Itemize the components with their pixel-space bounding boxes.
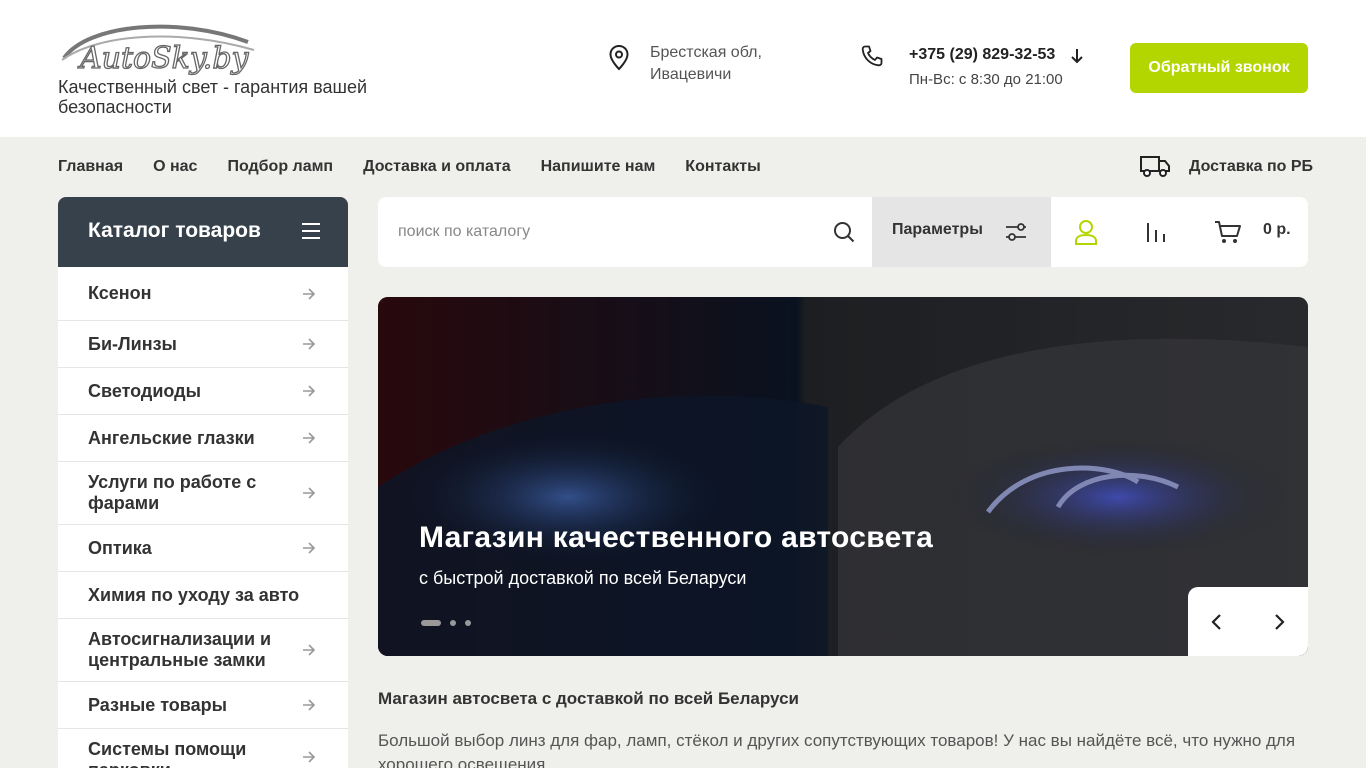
nav-item-contacts[interactable]: Контакты [685, 156, 760, 178]
store-location: Брестская обл, Ивацевичи [650, 42, 762, 86]
main-nav: Главная О нас Подбор ламп Доставка и опл… [58, 156, 791, 178]
delivery-link[interactable]: Доставка по РБ [1189, 156, 1313, 178]
search-input[interactable] [378, 197, 828, 267]
arrow-right-icon [303, 542, 316, 554]
site-logo[interactable]: AutoSky.by [58, 20, 258, 77]
location-city: Ивацевичи [650, 66, 732, 83]
slider-nav [1188, 587, 1308, 656]
chevron-right-icon[interactable] [1268, 611, 1290, 633]
catalog-item-label: Системы помощи парковки [88, 739, 247, 768]
svg-text:AutoSky.by: AutoSky.by [77, 41, 250, 76]
banner-subtitle: с быстрой доставкой по всей Беларуси [419, 568, 747, 588]
phone-icon [861, 45, 883, 67]
truck-icon [1140, 156, 1170, 177]
arrow-down-icon[interactable] [1070, 46, 1084, 66]
arrow-right-icon [303, 287, 316, 300]
arrow-right-icon [303, 432, 316, 444]
catalog-item-parking-assist[interactable]: Системы помощи парковки [58, 729, 348, 768]
catalog-item-misc-goods[interactable]: Разные товары [58, 682, 348, 729]
search-bar: Параметры 0 р. [378, 197, 1308, 267]
nav-item-lamp-selection[interactable]: Подбор ламп [227, 156, 333, 178]
slide-dot-1[interactable] [421, 620, 441, 626]
params-button[interactable]: Параметры [872, 197, 1051, 267]
cart-total[interactable]: 0 р. [1263, 221, 1291, 239]
catalog-title: Каталог товаров [88, 219, 261, 242]
catalog-list: Ксенон Би-Линзы Светодиоды Ангельские гл… [58, 267, 348, 768]
working-hours: Пн-Вс: с 8:30 до 21:00 [909, 71, 1063, 88]
nav-item-write-us[interactable]: Напишите нам [541, 156, 656, 178]
slide-dot-3[interactable] [465, 620, 471, 626]
nav-item-about[interactable]: О нас [153, 156, 197, 178]
catalog-item-label: Автосигнализации и центральные замки [88, 629, 272, 670]
nav-item-delivery-payment[interactable]: Доставка и оплата [363, 156, 511, 178]
location-pin-icon [609, 44, 629, 71]
catalog-item-label: Химия по уходу за авто [88, 584, 300, 605]
catalog-item-car-care-chemicals[interactable]: Химия по уходу за авто [58, 572, 348, 619]
arrow-right-icon [303, 644, 316, 656]
banner-car-image [378, 297, 1308, 656]
location-region: Брестская обл, [650, 44, 762, 61]
catalog-item-bi-lenses[interactable]: Би-Линзы [58, 321, 348, 368]
catalog-item-headlight-services[interactable]: Услуги по работе с фарами [58, 462, 348, 525]
catalog-item-angel-eyes[interactable]: Ангельские глазки [58, 415, 348, 462]
params-label: Параметры [892, 221, 983, 238]
catalog-item-label: Оптика [88, 537, 152, 558]
arrow-right-icon [303, 751, 316, 763]
arrow-right-icon [303, 385, 316, 397]
site-tagline: Качественный свет - гарантия вашей безоп… [58, 77, 368, 117]
search-icon[interactable] [833, 221, 855, 243]
catalog-item-label: Услуги по работе с фарами [88, 472, 257, 513]
nav-item-home[interactable]: Главная [58, 156, 123, 178]
callback-button[interactable]: Обратный звонок [1130, 43, 1308, 93]
catalog-header[interactable]: Каталог товаров [58, 197, 348, 267]
user-icon[interactable] [1074, 219, 1098, 245]
catalog-item-label: Разные товары [88, 694, 227, 715]
slide-dot-2[interactable] [450, 620, 456, 626]
filter-sliders-icon [1006, 223, 1026, 241]
about-title: Магазин автосвета с доставкой по всей Бе… [378, 689, 799, 708]
catalog-item-label: Светодиоды [88, 380, 201, 401]
about-text: Большой выбор линз для фар, ламп, стёкол… [378, 731, 1296, 768]
phone-number[interactable]: +375 (29) 829-32-53 [909, 46, 1055, 64]
banner-title: Магазин качественного автосвета [419, 521, 934, 554]
chevron-left-icon[interactable] [1206, 611, 1228, 633]
arrow-right-icon [303, 338, 316, 350]
slide-dots [421, 620, 480, 626]
catalog-item-car-alarms[interactable]: Автосигнализации и центральные замки [58, 619, 348, 682]
catalog-item-label: Ангельские глазки [88, 427, 255, 448]
menu-icon[interactable] [302, 223, 320, 239]
catalog-item-xenon[interactable]: Ксенон [58, 267, 348, 321]
catalog-item-optics[interactable]: Оптика [58, 525, 348, 572]
arrow-right-icon [303, 487, 316, 499]
site-header: AutoSky.by Качественный свет - гарантия … [0, 0, 1366, 137]
catalog-item-leds[interactable]: Светодиоды [58, 368, 348, 415]
hero-banner[interactable]: Магазин качественного автосвета с быстро… [378, 297, 1308, 656]
arrow-right-icon [303, 699, 316, 711]
catalog-item-label: Би-Линзы [88, 333, 177, 354]
cart-icon[interactable] [1214, 219, 1242, 245]
compare-icon[interactable] [1145, 221, 1167, 243]
catalog-item-label: Ксенон [88, 283, 152, 303]
